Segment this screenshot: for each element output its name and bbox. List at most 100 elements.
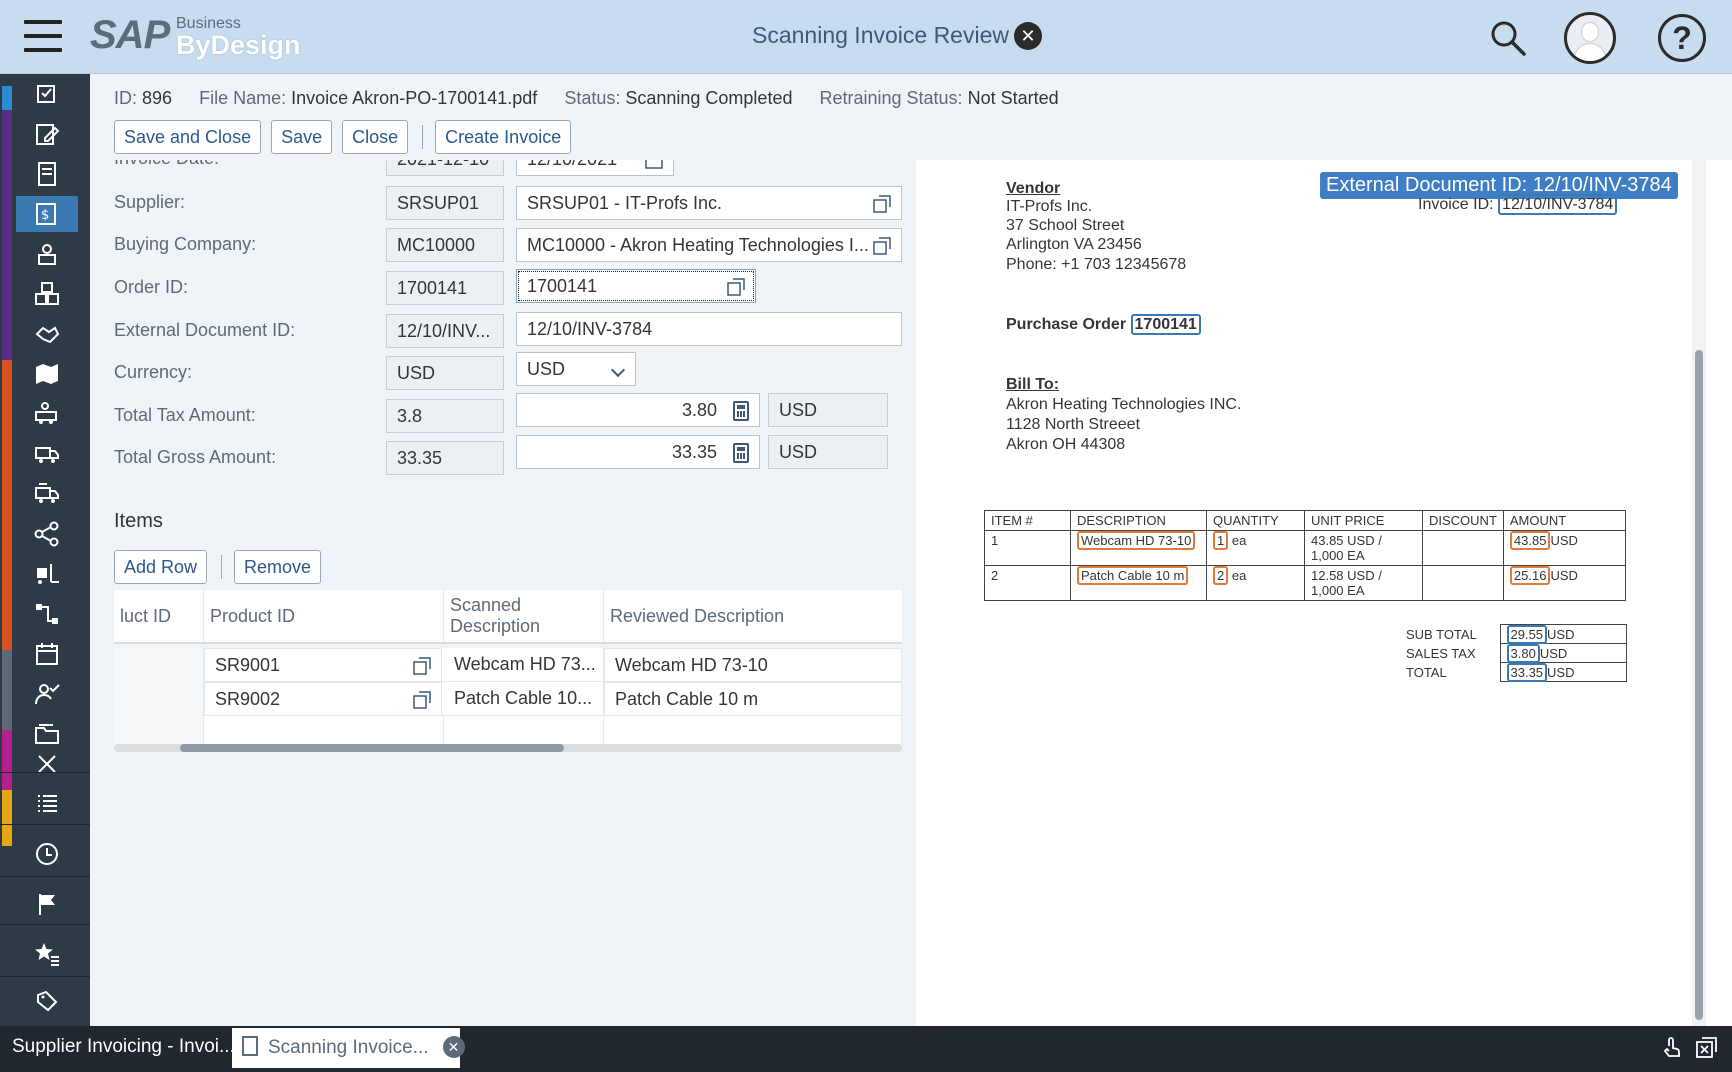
order-id-label: Order ID:: [114, 277, 189, 297]
buying-company-scanned: MC10000: [386, 228, 504, 262]
totals-currency: USD: [1539, 645, 1568, 661]
nav-share-icon[interactable]: [16, 516, 78, 552]
total-gross-label: Total Gross Amount:: [114, 447, 277, 467]
close-icon[interactable]: ✕: [1014, 22, 1042, 50]
help-icon[interactable]: ?: [1658, 14, 1706, 62]
invoice-item-amount: 43.85: [1509, 531, 1551, 550]
row-selector[interactable]: [114, 682, 204, 716]
clock-icon[interactable]: [16, 836, 78, 872]
nav-supplier-invoicing-icon[interactable]: $: [16, 196, 78, 232]
nav-person-icon[interactable]: [16, 236, 78, 272]
scrollbar-thumb[interactable]: [1695, 350, 1703, 1020]
order-id-input[interactable]: 1700141: [516, 269, 756, 303]
preview-scrollbar[interactable]: [1692, 160, 1706, 1028]
buying-company-value: MC10000 - Akron Heating Technologies I..…: [527, 235, 869, 255]
invoice-date-label: Invoice Date:: [114, 160, 219, 169]
tab-scanning-invoice[interactable]: Scanning Invoice... ✕: [232, 1028, 465, 1068]
product-id-input[interactable]: SR9001: [204, 648, 442, 682]
add-row-button[interactable]: Add Row: [114, 550, 208, 584]
nav-user-check-icon[interactable]: [16, 676, 78, 712]
supplier-input[interactable]: SRSUP01 - IT-Profs Inc.: [516, 186, 902, 220]
invoice-date-input[interactable]: 12/10/2021: [516, 160, 674, 176]
close-window-icon[interactable]: [1694, 1036, 1718, 1060]
external-document-id-input[interactable]: 12/10/INV-3784: [516, 312, 902, 346]
menu-icon[interactable]: [24, 20, 62, 52]
column-header[interactable]: Reviewed Description: [604, 590, 902, 642]
id-label: ID:: [114, 88, 138, 108]
avatar[interactable]: [1564, 12, 1616, 64]
nav-truck-icon[interactable]: [16, 436, 78, 472]
value-help-icon[interactable]: [873, 195, 891, 213]
nav-map-icon[interactable]: [16, 356, 78, 392]
chevron-down-icon[interactable]: [610, 362, 626, 378]
value-help-icon[interactable]: [413, 657, 431, 675]
calculator-icon[interactable]: [733, 443, 749, 463]
scrollbar-thumb[interactable]: [180, 744, 564, 752]
invoice-item-price: 12.58 USD /: [1311, 568, 1382, 583]
table-row[interactable]: SR9002 Patch Cable 10... Patch Cable 10 …: [114, 682, 902, 716]
save-and-close-button[interactable]: Save and Close: [114, 120, 262, 154]
supplier-scanned: SRSUP01: [386, 186, 504, 220]
column-header[interactable]: Product ID: [204, 590, 444, 642]
status-label: Status:: [564, 88, 621, 108]
remove-button[interactable]: Remove: [234, 550, 322, 584]
calendar-icon[interactable]: [645, 160, 663, 169]
total-gross-row: Total Gross Amount: 33.35 33.35 USD: [90, 435, 916, 477]
search-icon[interactable]: [1488, 18, 1528, 58]
tag-icon[interactable]: [16, 984, 78, 1020]
product-id-input[interactable]: SR9002: [204, 682, 442, 716]
shell-bar: SAP Business ByDesign Scanning Invoice R…: [0, 0, 1732, 74]
row-selector[interactable]: [114, 648, 204, 682]
flag-icon[interactable]: [16, 886, 78, 922]
buying-company-row: Buying Company: MC10000 MC10000 - Akron …: [90, 228, 916, 264]
nav-calendar-icon[interactable]: [16, 636, 78, 672]
nav-tasks-icon[interactable]: [16, 76, 78, 112]
create-invoice-button[interactable]: Create Invoice: [435, 120, 572, 154]
invoice-date-value: 12/10/2021: [527, 160, 617, 169]
invoice-item-price-unit: 1,000 EA: [1311, 548, 1365, 563]
column-header[interactable]: luct ID: [114, 590, 204, 642]
currency-select[interactable]: USD: [516, 352, 636, 386]
column-header[interactable]: Scanned Description: [444, 590, 604, 642]
buying-company-input[interactable]: MC10000 - Akron Heating Technologies I..…: [516, 228, 902, 262]
value-help-icon[interactable]: [727, 278, 745, 296]
invoice-id: Invoice ID: 12/10/INV-3784: [1418, 194, 1618, 215]
value-help-icon[interactable]: [873, 237, 891, 255]
total-tax-input[interactable]: 3.80: [516, 393, 760, 427]
favorites-icon[interactable]: [16, 936, 78, 972]
totals-currency: USD: [1547, 664, 1575, 680]
reviewed-description-input[interactable]: Webcam HD 73-10: [604, 648, 902, 682]
nav-flow-icon[interactable]: [16, 596, 78, 632]
calculator-icon[interactable]: [733, 401, 749, 421]
total-gross-input[interactable]: 33.35: [516, 435, 760, 469]
invoice-item-unit: ea: [1231, 533, 1247, 548]
invoice-date-scanned: 2021-12-10: [386, 160, 504, 176]
nav-handshake-icon[interactable]: [16, 316, 78, 352]
totals-label: SUB TOTAL: [1406, 626, 1477, 642]
table-row[interactable]: SR9001 Webcam HD 73... Webcam HD 73-10: [114, 648, 902, 682]
nav-more-icon[interactable]: [16, 754, 78, 774]
nav-delivery-icon[interactable]: [16, 476, 78, 512]
retraining-status-value: Not Started: [967, 88, 1059, 108]
touch-icon[interactable]: [1660, 1036, 1684, 1060]
nav-forklift-icon[interactable]: [16, 556, 78, 592]
list-icon[interactable]: [16, 786, 78, 822]
logo-bydesign: ByDesign: [176, 30, 301, 60]
reviewed-description-input[interactable]: Patch Cable 10 m: [604, 682, 902, 716]
vendor-line: IT-Profs Inc.: [1006, 198, 1093, 215]
value-help-icon[interactable]: [413, 691, 431, 709]
nav-truck-person-icon[interactable]: [16, 396, 78, 432]
bill-to-line: Akron Heating Technologies INC.: [1006, 396, 1242, 413]
nav-folder-icon[interactable]: [16, 716, 78, 752]
close-tab-icon[interactable]: ✕: [442, 1036, 465, 1058]
nav-invoice-icon[interactable]: [16, 156, 78, 192]
close-button[interactable]: Close: [342, 120, 409, 154]
total-tax-label: Total Tax Amount:: [114, 405, 256, 425]
table-horizontal-scrollbar[interactable]: [114, 744, 902, 752]
nav-products-icon[interactable]: [16, 276, 78, 312]
tab-supplier-invoicing[interactable]: Supplier Invoicing - Invoi...: [2, 1028, 235, 1068]
save-button[interactable]: Save: [271, 120, 333, 154]
total-gross-currency: USD: [768, 435, 888, 469]
supplier-label: Supplier:: [114, 192, 186, 212]
nav-edit-icon[interactable]: [16, 116, 78, 152]
